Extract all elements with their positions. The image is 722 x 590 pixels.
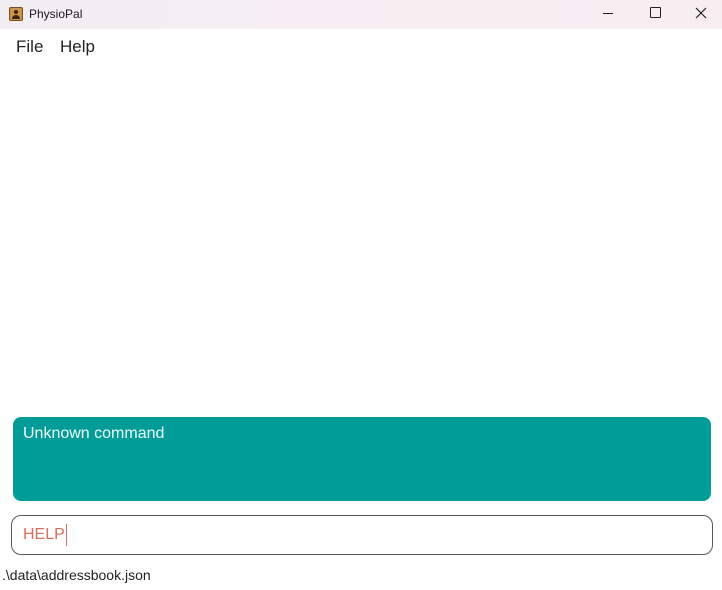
maximize-button[interactable] <box>632 0 678 29</box>
title-bar: PhysioPal <box>0 0 722 29</box>
result-message: Unknown command <box>23 425 165 442</box>
command-input[interactable]: HELP <box>23 524 67 546</box>
result-display: Unknown command <box>13 417 711 501</box>
window-title: PhysioPal <box>29 7 83 21</box>
app-contact-book-icon <box>9 7 23 21</box>
text-caret <box>65 524 67 546</box>
command-input-box[interactable]: HELP <box>11 515 713 555</box>
menu-bar: File Help <box>0 29 722 63</box>
status-bar-file-path: .\data\addressbook.json <box>2 567 151 583</box>
close-icon <box>695 7 707 19</box>
menu-help[interactable]: Help <box>60 37 95 57</box>
close-button[interactable] <box>678 0 722 29</box>
command-input-value: HELP <box>23 526 65 543</box>
minimize-button[interactable] <box>585 0 631 29</box>
menu-file[interactable]: File <box>16 37 43 57</box>
